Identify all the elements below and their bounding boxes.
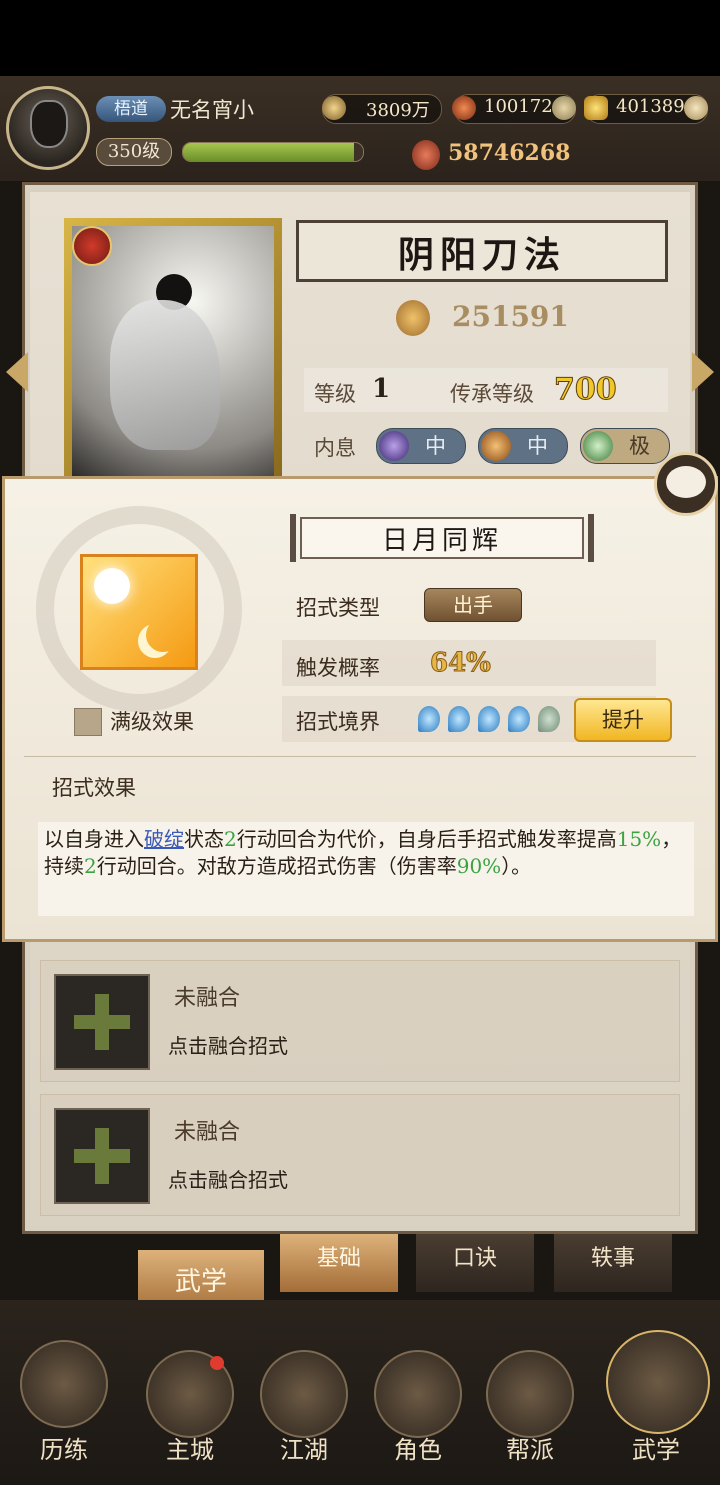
status-bar [0, 0, 720, 76]
nav-guild-icon[interactable] [486, 1350, 574, 1438]
sun-icon [94, 568, 130, 604]
inherit-label: 传承等级 [450, 382, 534, 406]
gold-value: 401389 [616, 96, 685, 117]
next-arrow-icon[interactable] [692, 352, 714, 392]
realm-drop-icon [448, 706, 470, 732]
add-resource2-icon[interactable] [552, 96, 576, 120]
crescent-moon-icon [146, 618, 180, 652]
nav-guild[interactable]: 帮派 [480, 1430, 580, 1465]
exp-bar [182, 142, 364, 162]
coins-value: 3809万 [366, 100, 430, 121]
effect-num-4: 90% [456, 854, 502, 878]
realm-drop-icon [538, 706, 560, 732]
plus-icon-bar [74, 1015, 130, 1029]
effect-num-3: 2 [84, 854, 97, 878]
tab-koujue[interactable]: 口诀 [416, 1234, 534, 1292]
merge-subtitle-1: 点击融合招式 [168, 1034, 288, 1058]
exp-bar-fill [183, 143, 354, 161]
tab-basic[interactable]: 基础 [280, 1234, 398, 1292]
merge-title-1: 未融合 [174, 986, 241, 1011]
notification-dot [210, 1356, 224, 1370]
player-name: 无名宵小 [170, 98, 254, 122]
total-power: 58746268 [448, 140, 571, 166]
keyword-link[interactable]: 破绽 [144, 827, 184, 851]
realm-drop-icon [478, 706, 500, 732]
coin-icon [322, 96, 346, 120]
skill-power-icon [396, 300, 430, 336]
merge-slot-2[interactable] [54, 1108, 150, 1204]
nav-wuxue[interactable]: 武学 [606, 1430, 706, 1465]
upgrade-button[interactable]: 提升 [574, 698, 672, 742]
nav-jianghu-icon[interactable] [260, 1350, 348, 1438]
player-tag: 梧道 [96, 96, 166, 122]
jade-orb-icon [583, 431, 613, 461]
sun-orb-icon [481, 431, 511, 461]
nav-city[interactable]: 主城 [140, 1430, 240, 1465]
nav-lilian-icon[interactable] [20, 1340, 108, 1428]
nav-lilian[interactable]: 历练 [14, 1430, 114, 1465]
nav-jianghu[interactable]: 江湖 [254, 1430, 354, 1465]
effect-heading: 招式效果 [52, 776, 136, 800]
neixi-pill-3[interactable]: 极 [580, 428, 670, 464]
popup-divider [24, 756, 696, 757]
level-label: 等级 [314, 382, 356, 406]
sun-moon-skill-icon [80, 554, 198, 670]
max-level-checkbox[interactable] [74, 708, 102, 736]
popup-skill-name: 日月同辉 [381, 526, 502, 556]
realm-drop-icon [508, 706, 530, 732]
realm-drops [418, 704, 568, 734]
neixi-label: 内息 [314, 436, 356, 460]
effect-num-1: 2 [224, 827, 237, 851]
prob-label: 触发概率 [296, 656, 380, 680]
player-level: 350级 [96, 138, 172, 166]
effect-num-2: 15% [616, 827, 662, 851]
skill-power: 251591 [452, 300, 569, 333]
effect-text-5: 行动回合。对敌方造成招式伤害（伤害率 [96, 854, 457, 878]
type-badge: 出手 [424, 588, 522, 622]
card-badge-icon [72, 226, 112, 266]
tab-anecdote[interactable]: 轶事 [554, 1234, 672, 1292]
nav-character-icon[interactable] [374, 1350, 462, 1438]
power-icon [412, 140, 440, 170]
neixi-value-3: 极 [629, 434, 650, 458]
nav-character[interactable]: 角色 [368, 1430, 468, 1465]
prev-arrow-icon[interactable] [6, 352, 28, 392]
neixi-value-2: 中 [527, 434, 548, 458]
neixi-pill-2[interactable]: 中 [478, 428, 568, 464]
merge-subtitle-2: 点击融合招式 [168, 1168, 288, 1192]
inherit-value: 700 [554, 372, 618, 408]
resource2-value: 100172 [484, 96, 553, 117]
merge-title-2: 未融合 [174, 1120, 241, 1145]
swordsman-figure [110, 300, 220, 450]
chat-icon [666, 466, 706, 498]
nav-wuxue-icon[interactable] [606, 1330, 710, 1434]
avatar-face-icon [30, 100, 68, 148]
merge-slot-1[interactable] [54, 974, 150, 1070]
add-gold-icon[interactable] [684, 96, 708, 120]
effect-text-1: 以自身进入 [44, 827, 144, 851]
effect-text-3: 行动回合为代价，自身后手招式触发率提高 [236, 827, 617, 851]
effect-text-6: ）。 [501, 854, 532, 878]
realm-label: 招式境界 [296, 710, 380, 734]
level-value: 1 [372, 374, 391, 404]
gold-ingot-icon [584, 96, 608, 120]
realm-drop-icon [418, 706, 440, 732]
max-level-label: 满级效果 [110, 710, 194, 734]
plus-icon-bar [74, 1149, 130, 1163]
neixi-pill-1[interactable]: 中 [376, 428, 466, 464]
prob-value: 64% [430, 648, 492, 679]
effect-text-2: 状态 [184, 827, 224, 851]
fire-icon [452, 96, 476, 120]
neixi-value-1: 中 [425, 434, 446, 458]
purple-orb-icon [379, 431, 409, 461]
skill-name: 阴阳刀法 [397, 234, 566, 276]
type-label: 招式类型 [296, 596, 380, 620]
effect-description: 以自身进入破绽状态2行动回合为代价，自身后手招式触发率提高15%，持续2行动回合… [44, 826, 684, 880]
